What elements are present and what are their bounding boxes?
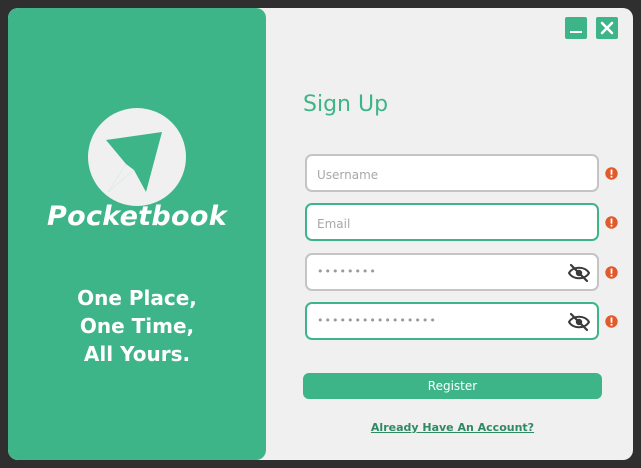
close-button[interactable] <box>596 17 618 39</box>
close-icon <box>600 21 614 35</box>
confirm-password-value: •••••••••••••••• <box>317 314 437 327</box>
brand-name: Pocketbook <box>47 201 227 232</box>
eye-off-icon[interactable] <box>567 311 591 333</box>
email-field <box>305 203 599 241</box>
page-title: Sign Up <box>303 92 389 117</box>
tagline-line: One Place, <box>77 286 197 310</box>
username-input[interactable] <box>315 164 559 186</box>
login-link[interactable]: Already Have An Account? <box>303 421 602 434</box>
register-button[interactable]: Register <box>303 373 602 399</box>
paper-plane-icon <box>106 132 162 192</box>
eye-off-icon[interactable] <box>567 262 591 284</box>
password-value: •••••••• <box>317 265 377 278</box>
warning-icon <box>605 167 618 180</box>
brand-panel: Pocketbook One Place, One Time, All Your… <box>8 8 266 460</box>
minimize-icon <box>570 31 582 33</box>
warning-icon <box>605 216 618 229</box>
password-field[interactable]: •••••••• <box>305 253 599 291</box>
warning-icon <box>605 266 618 279</box>
tagline-line: One Time, <box>79 314 195 338</box>
tagline-line: All Yours. <box>83 342 191 366</box>
warning-icon <box>605 315 618 328</box>
confirm-password-field[interactable]: •••••••••••••••• <box>305 302 599 340</box>
tagline: One Place, One Time, All Yours. <box>8 284 266 368</box>
logo <box>88 108 186 206</box>
app-window: Pocketbook One Place, One Time, All Your… <box>8 8 633 460</box>
username-field <box>305 154 599 192</box>
email-input[interactable] <box>315 213 559 235</box>
minimize-button[interactable] <box>565 17 587 39</box>
